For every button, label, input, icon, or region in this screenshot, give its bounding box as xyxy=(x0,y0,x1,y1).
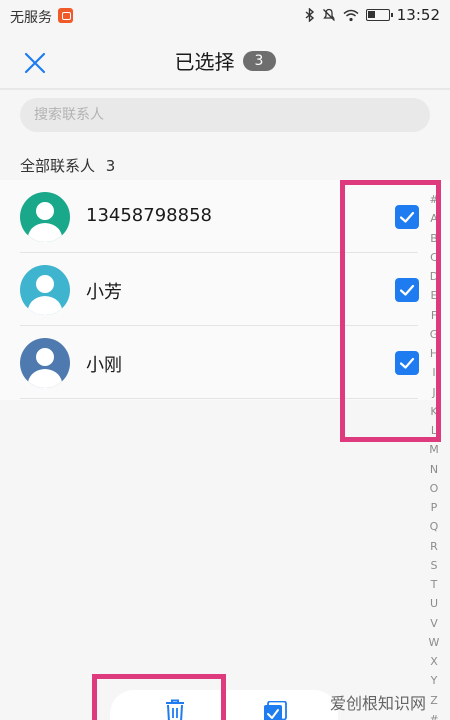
highlight-box-checkboxes xyxy=(340,180,441,442)
header: 已选择 3 xyxy=(0,36,450,86)
avatar xyxy=(20,265,70,315)
alphabet-index-letter[interactable]: U xyxy=(428,594,440,613)
status-icons: 13:52 xyxy=(305,6,440,24)
alphabet-index-letter[interactable]: N xyxy=(428,460,440,479)
mute-icon xyxy=(322,8,335,21)
avatar-icon xyxy=(20,265,70,315)
status-bar: 无服务 13:52 xyxy=(0,0,450,32)
header-divider xyxy=(0,88,450,90)
wifi-icon xyxy=(343,9,359,21)
bluetooth-icon xyxy=(305,8,314,22)
contact-name: 小芳 xyxy=(86,282,122,303)
title-group: 已选择 3 xyxy=(0,46,450,75)
alphabet-index-letter[interactable]: Q xyxy=(428,517,440,536)
status-time: 13:52 xyxy=(396,6,440,24)
alphabet-index-letter[interactable]: W xyxy=(428,633,440,652)
section-title: 全部联系人 xyxy=(20,157,96,175)
select-all-icon[interactable] xyxy=(263,701,287,720)
alphabet-index-letter[interactable]: X xyxy=(428,652,440,671)
watermark-text: 爱创根知识网 xyxy=(330,694,427,713)
contact-name: 小刚 xyxy=(86,355,122,376)
avatar xyxy=(20,192,70,242)
page-title: 已选择 xyxy=(174,50,235,74)
alphabet-index-letter[interactable]: Z xyxy=(428,691,440,710)
avatar-icon xyxy=(20,192,70,242)
alphabet-index-letter[interactable]: S xyxy=(428,556,440,575)
battery-icon xyxy=(365,9,393,21)
carrier-label: 无服务 xyxy=(10,10,52,26)
alphabet-index-letter[interactable]: P xyxy=(428,498,440,517)
alphabet-index-letter[interactable]: R xyxy=(428,537,440,556)
alphabet-index-letter[interactable]: M xyxy=(428,440,440,459)
section-count: 3 xyxy=(105,157,116,175)
search-input[interactable] xyxy=(20,98,430,132)
alphabet-index-letter[interactable]: # xyxy=(428,710,440,720)
alphabet-index-letter[interactable]: T xyxy=(428,575,440,594)
alphabet-index-letter[interactable]: V xyxy=(428,614,440,633)
app-notification-icon xyxy=(58,8,73,23)
section-label: 全部联系人 3 xyxy=(20,155,115,176)
selected-count-badge: 3 xyxy=(242,50,276,71)
highlight-box-delete xyxy=(92,674,226,720)
avatar xyxy=(20,338,70,388)
contact-name: 13458798858 xyxy=(86,205,212,226)
avatar-icon xyxy=(20,338,70,388)
alphabet-index-letter[interactable]: O xyxy=(428,479,440,498)
alphabet-index-letter[interactable]: Y xyxy=(428,671,440,690)
